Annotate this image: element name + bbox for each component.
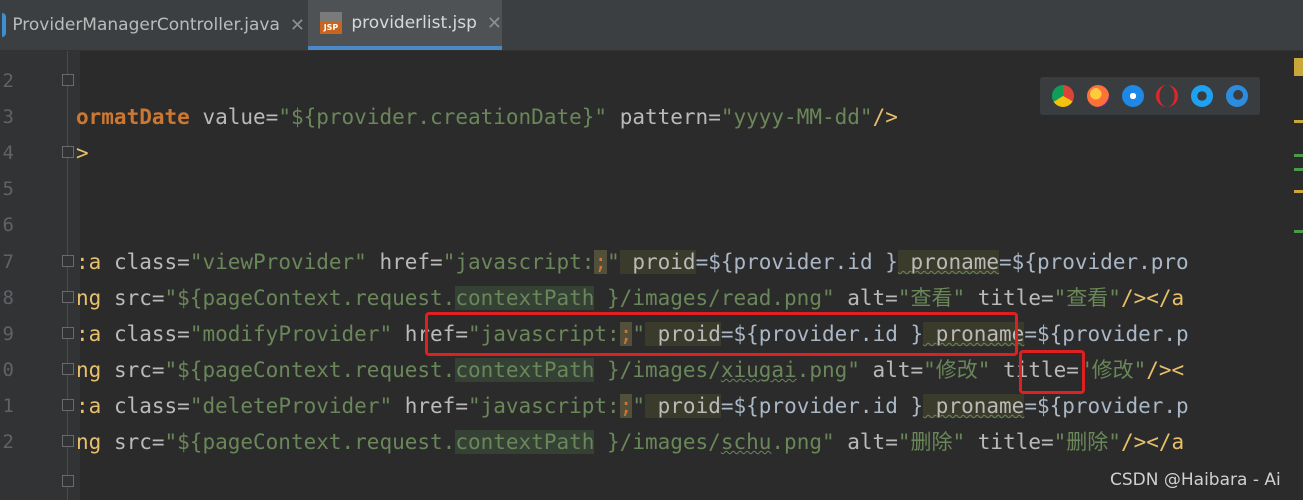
scroll-marker xyxy=(1294,58,1303,76)
line-number: 4 xyxy=(2,142,14,164)
indent-guide xyxy=(67,51,68,500)
line-number: 2 xyxy=(2,70,14,92)
highlight-box-href-proid xyxy=(425,312,1018,356)
scroll-marker xyxy=(1294,190,1303,193)
fold-marker-icon[interactable] xyxy=(62,146,74,158)
line-number: 2 xyxy=(2,431,14,453)
ie-icon[interactable] xyxy=(1190,85,1213,107)
code-line-12: ng src="${pageContext.request.contextPat… xyxy=(76,430,1185,454)
line-number: 3 xyxy=(2,106,14,128)
scroll-marker xyxy=(1294,168,1303,171)
watermark: CSDN @Haibara - Ai xyxy=(1110,470,1281,490)
line-number: 0 xyxy=(2,359,14,381)
fold-marker-icon[interactable] xyxy=(62,291,74,303)
fold-marker-icon[interactable] xyxy=(62,363,74,375)
line-number: 8 xyxy=(2,287,14,309)
scroll-marker xyxy=(1294,230,1303,233)
highlight-box-alt-text xyxy=(1019,350,1085,394)
firefox-icon[interactable] xyxy=(1086,85,1109,107)
line-number: 6 xyxy=(2,214,14,236)
fold-marker-icon[interactable] xyxy=(62,399,74,411)
fold-marker-icon[interactable] xyxy=(62,255,74,267)
line-number: 5 xyxy=(2,178,14,200)
scroll-marker xyxy=(1294,154,1303,157)
fold-marker-icon[interactable] xyxy=(62,435,74,447)
fold-marker-icon[interactable] xyxy=(62,327,74,339)
java-class-icon xyxy=(2,13,7,37)
code-line-7: :a class="viewProvider" href="javascript… xyxy=(76,250,1189,274)
browser-preview-toolbar xyxy=(1040,77,1260,115)
fold-marker-icon[interactable] xyxy=(62,74,74,86)
code-line-3: ormatDate value="${provider.creationDate… xyxy=(76,105,898,129)
code-line-4: > xyxy=(76,141,89,165)
safari-icon[interactable] xyxy=(1121,85,1144,107)
edge-icon[interactable] xyxy=(1225,85,1248,107)
fold-marker-icon[interactable] xyxy=(62,475,74,487)
line-number: 1 xyxy=(2,395,14,417)
line-number: 9 xyxy=(2,323,14,345)
chrome-icon[interactable] xyxy=(1052,85,1075,107)
code-line-10: ng src="${pageContext.request.contextPat… xyxy=(76,358,1185,382)
code-line-8: ng src="${pageContext.request.contextPat… xyxy=(76,286,1185,310)
opera-icon[interactable] xyxy=(1156,85,1179,107)
code-editor[interactable]: ormatDate value="${provider.creationDate… xyxy=(76,0,1303,500)
scroll-marker xyxy=(1294,120,1303,123)
line-number: 7 xyxy=(2,251,14,273)
